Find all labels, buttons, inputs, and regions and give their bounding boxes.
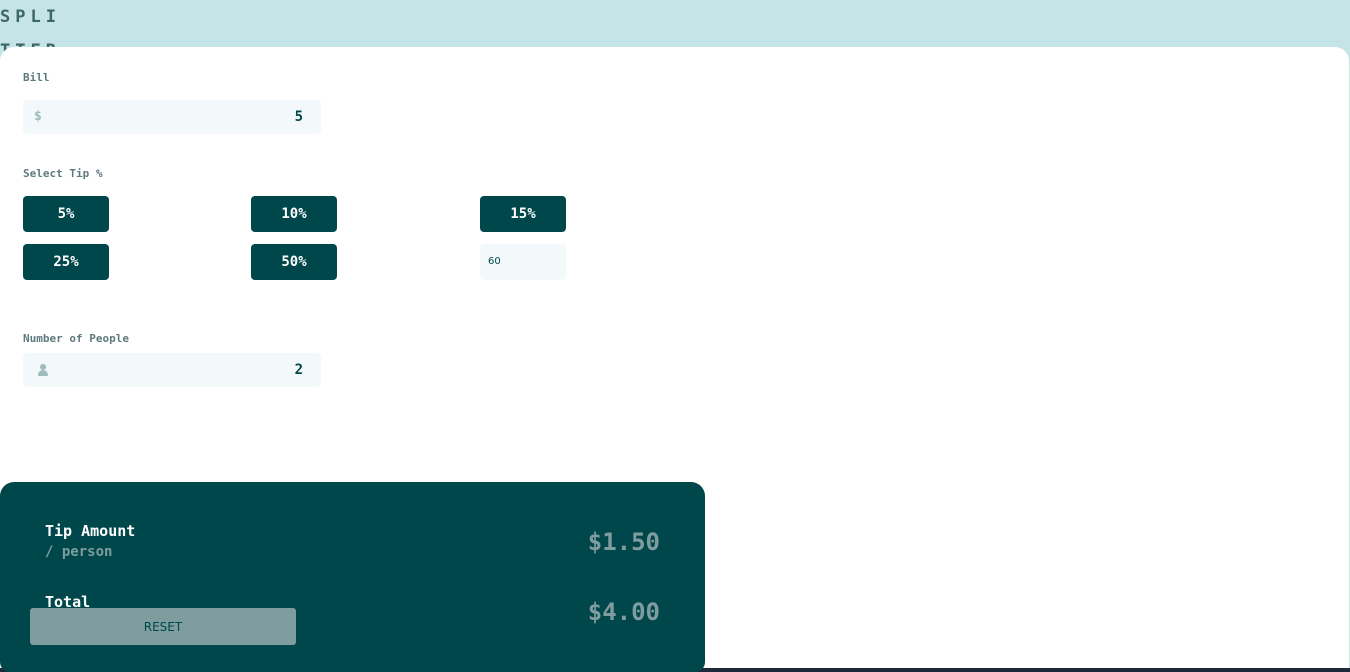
tip-amount-subtitle: / person	[45, 544, 113, 560]
tip-amount-value: $1.50	[587, 528, 660, 556]
people-input-value: 2	[294, 362, 303, 378]
person-icon	[38, 364, 48, 380]
people-label: Number of People	[23, 332, 129, 345]
tip-25-button[interactable]: 25%	[23, 244, 109, 280]
bill-input[interactable]: $ 5	[23, 100, 321, 134]
results-panel: Tip Amount / person $1.50 Total $4.00 RE…	[0, 482, 705, 672]
bill-input-value: 5	[294, 109, 303, 125]
total-value: $4.00	[587, 598, 660, 626]
tip-amount-title: Tip Amount	[45, 522, 136, 540]
people-input[interactable]: 2	[23, 353, 321, 387]
tip-10-button[interactable]: 10%	[251, 196, 337, 232]
tip-5-button[interactable]: 5%	[23, 196, 109, 232]
tip-15-button[interactable]: 15%	[480, 196, 566, 232]
tip-custom-input[interactable]: 60	[480, 244, 566, 280]
reset-button[interactable]: RESET	[30, 608, 296, 645]
bill-label: Bill	[23, 71, 50, 84]
tip-50-button[interactable]: 50%	[251, 244, 337, 280]
tip-label: Select Tip %	[23, 167, 103, 180]
logo-line-1: SPLI	[0, 7, 61, 27]
dollar-icon: $	[34, 109, 42, 124]
tip-custom-value: 60	[488, 256, 501, 267]
